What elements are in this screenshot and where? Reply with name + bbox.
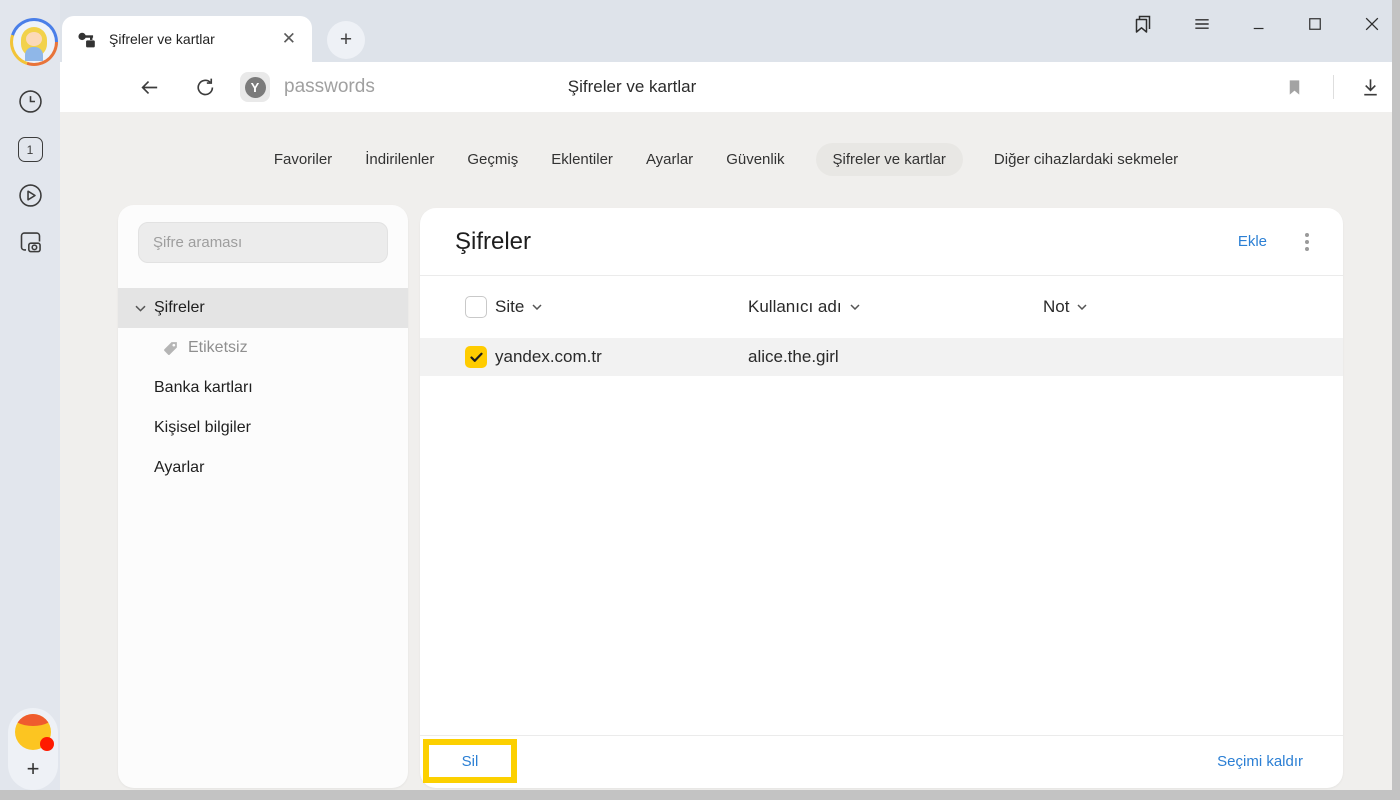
refresh-icon[interactable] — [194, 62, 217, 112]
minimize-icon[interactable] — [1250, 15, 1268, 33]
window-frame-right — [1392, 0, 1400, 800]
settings-nav-tabs: Favoriler İndirilenler Geçmiş Eklentiler… — [60, 140, 1392, 178]
footer-divider — [420, 735, 1343, 736]
add-panel-icon[interactable]: + — [27, 758, 40, 780]
passwords-key-icon — [76, 29, 97, 50]
sidebar-item-ayarlar[interactable]: Ayarlar — [118, 448, 408, 488]
more-options-icon[interactable] — [1305, 233, 1309, 251]
passwords-sidebar: Şifreler Etiketsiz Banka kartları Kişi — [118, 205, 408, 788]
toolbar-separator — [1333, 62, 1334, 112]
sidebar-item-etiketsiz[interactable]: Etiketsiz — [118, 328, 408, 368]
left-sidebar-rail: 1 + — [0, 0, 60, 790]
window-frame-bottom — [0, 790, 1400, 800]
add-password-link[interactable]: Ekle — [1238, 233, 1267, 250]
clear-selection-link[interactable]: Seçimi kaldır — [1217, 753, 1303, 770]
sidebar-item-kisisel-bilgiler[interactable]: Kişisel bilgiler — [118, 408, 408, 448]
address-text: passwords — [284, 76, 375, 98]
nav-tab-indirilenler[interactable]: İndirilenler — [363, 143, 436, 176]
panel-title: Şifreler — [455, 228, 1238, 256]
sort-chevron-icon — [1077, 304, 1087, 310]
toolbar-page-title: Şifreler ve kartlar — [568, 62, 696, 112]
back-icon[interactable] — [138, 62, 161, 112]
screenshot-icon[interactable] — [0, 228, 60, 255]
nav-tab-ayarlar[interactable]: Ayarlar — [644, 143, 695, 176]
nav-tab-guvenlik[interactable]: Güvenlik — [724, 143, 786, 176]
browser-tab[interactable]: Şifreler ve kartlar ✕ — [62, 16, 312, 62]
row-username: alice.the.girl — [748, 338, 839, 376]
table-header-row: Site Kullanıcı adı Not — [420, 276, 1343, 338]
avatar[interactable] — [10, 18, 58, 66]
yandex-mail-icon[interactable] — [15, 714, 51, 750]
password-search-input[interactable] — [138, 222, 388, 263]
checkmark-icon — [470, 352, 483, 363]
nav-tab-eklentiler[interactable]: Eklentiler — [549, 143, 615, 176]
select-all-checkbox[interactable] — [465, 296, 487, 318]
toolbar: Y passwords Şifreler ve kartlar — [60, 62, 1400, 112]
delete-button-highlight: Sil — [423, 739, 517, 783]
column-header-username[interactable]: Kullanıcı adı — [748, 276, 860, 338]
play-media-icon[interactable] — [0, 182, 60, 209]
table-row[interactable]: yandex.com.tr alice.the.girl — [420, 338, 1343, 376]
tabs-counter-icon[interactable]: 1 — [0, 137, 60, 162]
tab-title: Şifreler ve kartlar — [109, 31, 280, 47]
avatar-image — [13, 21, 55, 63]
passwords-main-panel: Şifreler Ekle Site Kullanıcı adı Not — [420, 208, 1343, 788]
row-checkbox-checked[interactable] — [465, 346, 487, 368]
browser-window: 1 + — [0, 0, 1400, 800]
maximize-icon[interactable] — [1306, 15, 1324, 33]
nav-tab-sifreler-ve-kartlar-active[interactable]: Şifreler ve kartlar — [816, 143, 963, 176]
downloads-icon[interactable] — [1359, 62, 1382, 112]
new-tab-button[interactable]: + — [327, 21, 365, 59]
nav-tab-diger-cihazlar[interactable]: Diğer cihazlardaki sekmeler — [992, 143, 1180, 176]
delete-button[interactable]: Sil — [462, 753, 479, 770]
rail-bottom-pill: + — [8, 708, 58, 790]
address-bar[interactable]: passwords — [284, 62, 375, 112]
history-icon[interactable] — [0, 88, 60, 115]
tab-close-icon[interactable]: ✕ — [280, 29, 298, 49]
close-window-icon[interactable] — [1362, 14, 1382, 34]
column-header-site[interactable]: Site — [495, 276, 542, 338]
sort-chevron-icon — [850, 304, 860, 310]
menu-icon[interactable] — [1192, 14, 1212, 34]
tab-panels-icon[interactable] — [1130, 12, 1154, 36]
row-site: yandex.com.tr — [495, 338, 602, 376]
nav-tab-gecmis[interactable]: Geçmiş — [465, 143, 520, 176]
column-header-note[interactable]: Not — [1043, 276, 1087, 338]
site-badge[interactable]: Y — [240, 62, 270, 112]
tag-icon — [162, 340, 179, 357]
notification-dot — [40, 737, 54, 751]
tab-bar: Şifreler ve kartlar ✕ + — [60, 0, 1400, 62]
tab-count: 1 — [27, 143, 34, 157]
nav-tab-favoriler[interactable]: Favoriler — [272, 143, 334, 176]
chevron-down-icon — [135, 305, 146, 312]
yandex-badge-icon: Y — [245, 77, 266, 98]
content-area: Favoriler İndirilenler Geçmiş Eklentiler… — [60, 112, 1392, 790]
sidebar-item-banka-kartlari[interactable]: Banka kartları — [118, 368, 408, 408]
sidebar-item-sifreler[interactable]: Şifreler — [118, 288, 408, 328]
sort-chevron-icon — [532, 304, 542, 310]
bookmark-icon[interactable] — [1285, 62, 1304, 112]
